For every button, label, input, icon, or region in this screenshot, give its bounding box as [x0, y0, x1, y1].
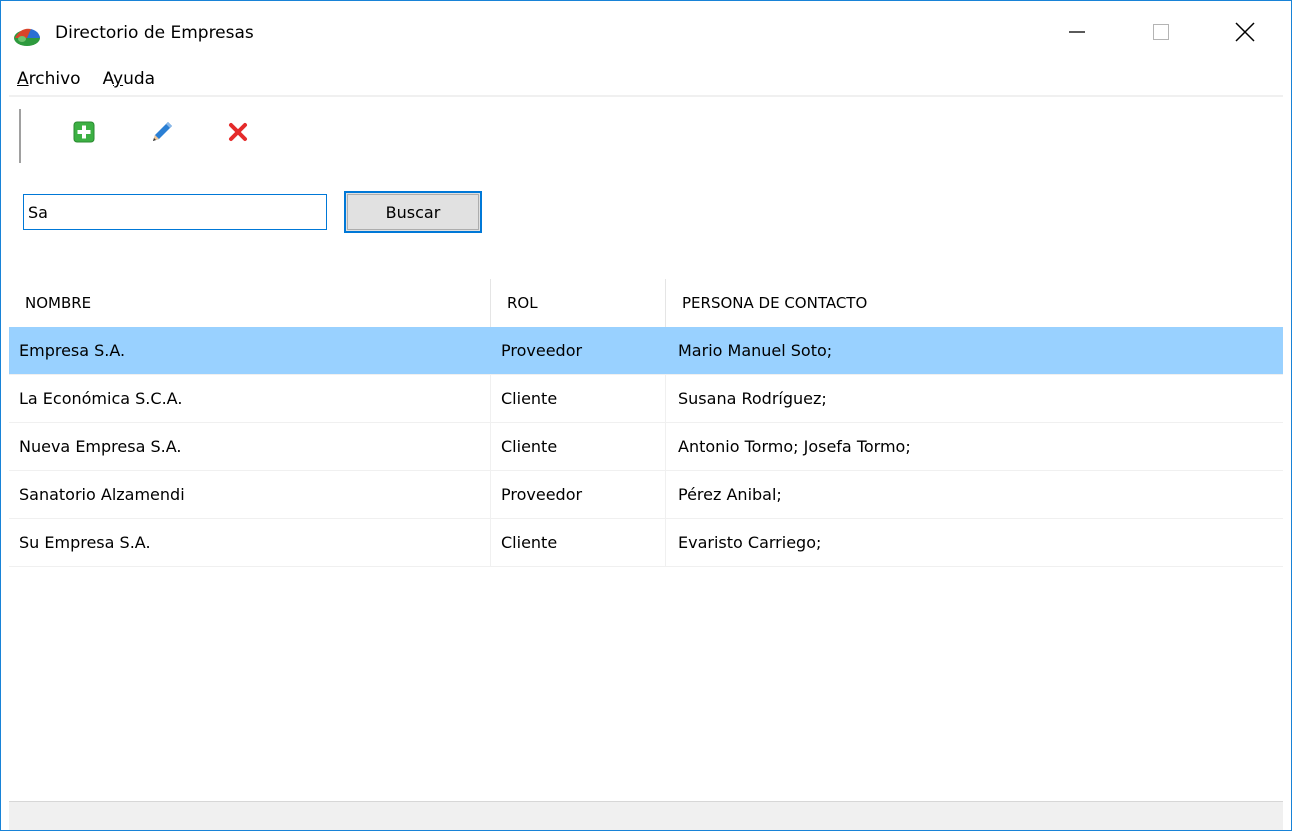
app-window: Directorio de Empresas Archivo Ayuda Sa … — [0, 0, 1292, 831]
edit-button[interactable] — [147, 117, 177, 147]
close-button[interactable] — [1199, 1, 1291, 63]
search-button[interactable]: Buscar — [344, 191, 482, 233]
edit-pencil-icon — [153, 122, 172, 141]
table-row[interactable]: Empresa S.A. Proveedor Mario Manuel Soto… — [9, 327, 1283, 375]
table-row[interactable]: Sanatorio Alzamendi Proveedor Pérez Anib… — [9, 471, 1283, 519]
delete-button[interactable] — [223, 117, 253, 147]
cell-contacto: Susana Rodríguez; — [678, 389, 827, 408]
maximize-button[interactable] — [1115, 1, 1207, 63]
minimize-button[interactable] — [1031, 1, 1123, 63]
table-row[interactable]: La Económica S.C.A. Cliente Susana Rodrí… — [9, 375, 1283, 423]
cell-contacto: Evaristo Carriego; — [678, 533, 822, 552]
cell-rol: Cliente — [491, 423, 666, 470]
menu-ayuda[interactable]: Ayuda — [97, 69, 162, 89]
delete-icon — [229, 123, 247, 141]
window-title: Directorio de Empresas — [55, 23, 254, 43]
cell-nombre: La Económica S.C.A. — [9, 375, 491, 422]
list-header: NOMBRE ROL PERSONA DE CONTACTO — [9, 279, 1283, 327]
status-bar — [9, 801, 1283, 830]
cell-nombre: Sanatorio Alzamendi — [9, 471, 491, 518]
maximize-icon — [1153, 24, 1169, 40]
cell-rol: Cliente — [491, 519, 666, 566]
title-bar[interactable]: Directorio de Empresas — [1, 1, 1291, 63]
column-header-label: PERSONA DE CONTACTO — [682, 294, 868, 312]
app-logo-icon — [14, 28, 40, 46]
column-header-rol[interactable]: ROL — [491, 279, 666, 327]
add-button[interactable] — [69, 117, 99, 147]
cell-nombre: Empresa S.A. — [9, 327, 491, 374]
cell-rol: Proveedor — [491, 327, 666, 374]
search-input[interactable] — [23, 194, 327, 230]
table-row[interactable]: Nueva Empresa S.A. Cliente Antonio Tormo… — [9, 423, 1283, 471]
add-icon — [73, 121, 95, 143]
cell-nombre: Nueva Empresa S.A. — [9, 423, 491, 470]
table-row[interactable]: Su Empresa S.A. Cliente Evaristo Carrieg… — [9, 519, 1283, 567]
cell-contacto: Antonio Tormo; Josefa Tormo; — [678, 437, 911, 456]
toolbar — [9, 101, 409, 163]
search-button-face: Buscar — [347, 194, 479, 230]
cell-rol: Cliente — [491, 375, 666, 422]
menu-bar: Archivo Ayuda — [1, 63, 1291, 95]
column-header-nombre[interactable]: NOMBRE — [9, 279, 491, 327]
cell-contacto: Pérez Anibal; — [678, 485, 782, 504]
column-header-contacto[interactable]: PERSONA DE CONTACTO — [666, 279, 1283, 327]
companies-list[interactable]: NOMBRE ROL PERSONA DE CONTACTO Empresa S… — [9, 279, 1283, 801]
cell-contacto: Mario Manuel Soto; — [678, 341, 833, 360]
cell-rol: Proveedor — [491, 471, 666, 518]
column-header-label: ROL — [507, 294, 538, 312]
menu-divider — [9, 95, 1283, 97]
cell-nombre: Su Empresa S.A. — [9, 519, 491, 566]
column-header-label: NOMBRE — [25, 294, 92, 312]
toolbar-grip[interactable] — [19, 109, 21, 163]
minimize-icon — [1069, 31, 1085, 33]
search-button-label: Buscar — [385, 202, 441, 222]
close-icon — [1235, 22, 1255, 42]
menu-archivo[interactable]: Archivo — [11, 69, 87, 89]
